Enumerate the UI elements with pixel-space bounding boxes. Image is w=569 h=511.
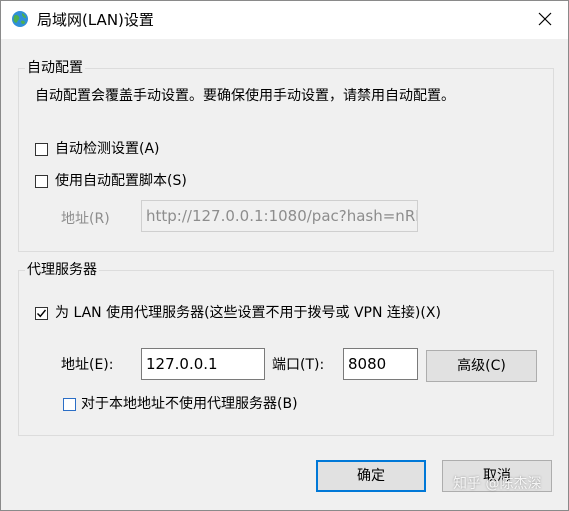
use-proxy-label[interactable]: 为 LAN 使用代理服务器(这些设置不用于拨号或 VPN 连接)(X) [55,304,441,322]
auto-detect-label[interactable]: 自动检测设置(A) [55,140,160,158]
proxy-port-input[interactable]: 8080 [343,348,418,380]
checkmark-icon [37,309,47,318]
ok-button[interactable]: 确定 [316,460,426,492]
bypass-local-label[interactable]: 对于本地地址不使用代理服务器(B) [81,395,298,413]
proxy-address-label: 地址(E): [61,357,114,373]
title-bar[interactable]: 局域网(LAN)设置 [1,1,568,39]
use-proxy-checkbox[interactable] [35,307,48,320]
bypass-local-checkbox[interactable] [63,398,76,411]
auto-config-group-label: 自动配置 [25,59,85,77]
script-address-label: 地址(R) [61,211,110,227]
proxy-group-label: 代理服务器 [25,261,99,279]
use-script-checkbox[interactable] [35,175,48,188]
auto-detect-checkbox[interactable] [35,143,48,156]
proxy-address-input[interactable]: 127.0.0.1 [141,348,265,380]
watermark-text: 知乎 @陈杰深 [453,476,542,492]
close-button[interactable] [522,1,568,39]
globe-network-icon [11,10,29,28]
lan-settings-dialog: 局域网(LAN)设置 自动配置 自动配置会覆盖手动设置。要确保使用手动设置，请禁… [0,0,569,511]
use-script-label[interactable]: 使用自动配置脚本(S) [55,172,187,190]
advanced-button[interactable]: 高级(C) [426,350,537,382]
proxy-port-label: 端口(T): [272,357,325,373]
script-address-field[interactable]: http://127.0.0.1:1080/pac?hash=nRBl [141,200,418,232]
auto-config-description: 自动配置会覆盖手动设置。要确保使用手动设置，请禁用自动配置。 [35,88,455,104]
close-icon [538,11,552,30]
window-title: 局域网(LAN)设置 [37,11,154,29]
